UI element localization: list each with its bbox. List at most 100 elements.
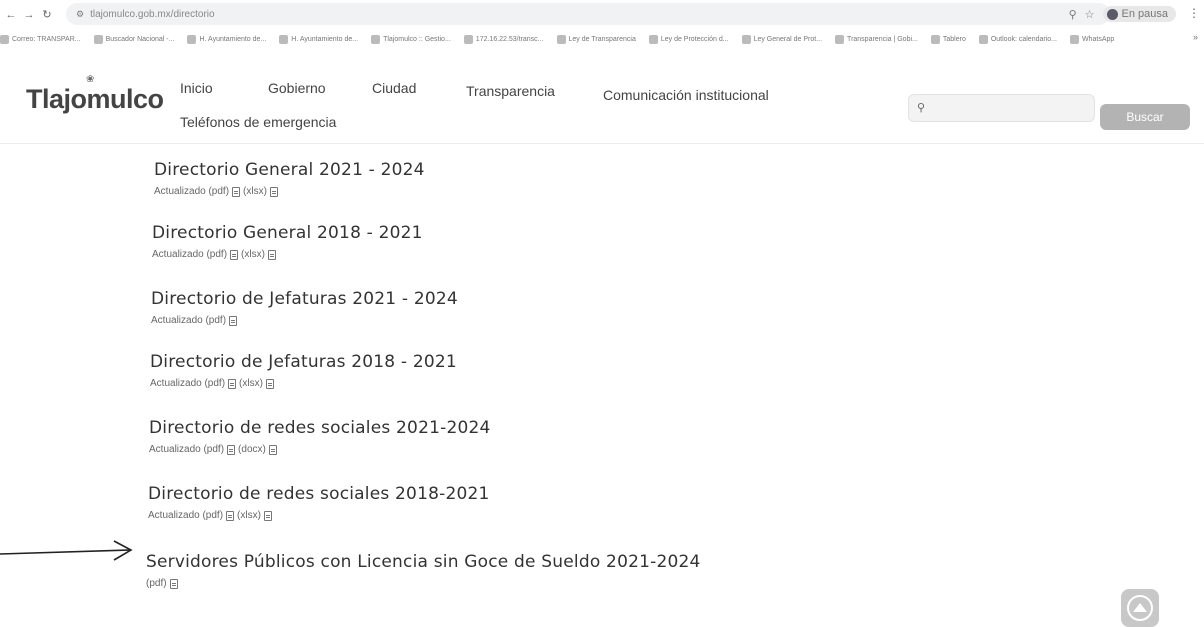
reload-icon[interactable]: ↻ <box>40 8 54 22</box>
document-icon[interactable] <box>226 510 235 521</box>
bookmark-item[interactable]: 172.16.22.53/transc... <box>463 34 544 44</box>
bookmark-icon <box>1070 34 1079 44</box>
xlsx-link[interactable]: (xlsx) <box>239 378 263 389</box>
docx-link[interactable]: (docx) <box>238 444 266 455</box>
document-icon[interactable] <box>230 249 239 260</box>
bookmark-label: Ley de Protección d... <box>660 35 729 43</box>
scroll-top-icon <box>1127 595 1153 621</box>
pdf-link[interactable]: (pdf) <box>146 578 167 589</box>
address-bar-actions: ⚲ ☆ En pausa <box>1069 6 1176 22</box>
entry-title[interactable]: Directorio General 2018 - 2021 <box>152 223 423 243</box>
list-item: Servidores Públicos con Licencia sin Goc… <box>146 552 701 589</box>
bookmark-item[interactable]: Ley de Protección d... <box>648 34 729 44</box>
menu-icon[interactable]: ⋮ <box>1188 6 1200 20</box>
xlsx-link[interactable]: (xlsx) <box>241 249 265 260</box>
entry-title[interactable]: Directorio de Jefaturas 2018 - 2021 <box>150 352 457 372</box>
pdf-link[interactable]: Actualizado (pdf) <box>151 315 226 326</box>
forward-icon[interactable]: → <box>22 8 36 22</box>
annotation-arrow-icon <box>0 540 133 561</box>
bookmark-item[interactable]: H. Ayuntamiento de... <box>279 34 359 44</box>
pdf-link[interactable]: Actualizado (pdf) <box>149 444 224 455</box>
bookmark-icon <box>556 34 566 44</box>
profile-button[interactable]: En pausa <box>1102 6 1176 22</box>
nav-telefonos-emergencia[interactable]: Teléfonos de emergencia <box>180 114 336 130</box>
bookmark-label: Ley General de Prot... <box>753 35 823 43</box>
document-icon[interactable] <box>169 578 178 589</box>
entry-title[interactable]: Directorio de Jefaturas 2021 - 2024 <box>151 289 458 309</box>
bookmark-label: H. Ayuntamiento de... <box>291 35 359 43</box>
document-icon[interactable] <box>263 510 272 521</box>
site-logo[interactable]: Tlajomulco <box>26 84 164 115</box>
pdf-link[interactable]: Actualizado (pdf) <box>150 378 225 389</box>
search-button[interactable]: Buscar <box>1100 104 1190 130</box>
bookmark-label: Transparencia | Gobi... <box>847 35 918 43</box>
xlsx-link[interactable]: (xlsx) <box>243 186 267 197</box>
zoom-icon[interactable]: ⚲ <box>1069 8 1077 21</box>
entry-title[interactable]: Servidores Públicos con Licencia sin Goc… <box>146 552 701 572</box>
url-text: tlajomulco.gob.mx/directorio <box>90 8 215 20</box>
list-item: Directorio de redes sociales 2021-2024 A… <box>149 418 491 455</box>
bookmark-item[interactable]: H. Ayuntamiento de... <box>187 34 266 44</box>
back-icon[interactable]: ← <box>4 8 18 22</box>
bookmark-icon <box>835 34 845 44</box>
bookmark-icon <box>930 34 940 44</box>
bookmark-icon <box>978 34 988 44</box>
search-icon: ⚲ <box>917 102 926 114</box>
entry-links: Actualizado (pdf) (docx) <box>149 444 491 455</box>
document-icon[interactable] <box>265 378 274 389</box>
search-input[interactable] <box>909 95 1094 121</box>
bookmark-label: Buscador Nacional -... <box>105 35 175 43</box>
bookmark-label: Outlook: calendario... <box>990 35 1057 43</box>
entry-links: Actualizado (pdf) (xlsx) <box>152 249 423 260</box>
bookmark-item[interactable]: WhatsApp <box>1070 34 1114 44</box>
document-icon[interactable] <box>228 378 237 389</box>
document-icon[interactable] <box>269 186 278 197</box>
bookmark-label: Ley de Transparencia <box>568 35 636 43</box>
bookmark-item[interactable]: Ley de Transparencia <box>556 34 636 44</box>
document-icon[interactable] <box>229 315 238 326</box>
bookmark-icon <box>0 34 9 44</box>
document-icon[interactable] <box>268 444 277 455</box>
bookmark-icon <box>187 34 197 44</box>
more-bookmarks-icon[interactable]: » <box>1193 32 1198 42</box>
avatar <box>1106 8 1118 20</box>
bookmark-item[interactable]: Buscador Nacional -... <box>93 34 175 44</box>
bookmark-label: Correo: TRANSPAR... <box>12 35 81 43</box>
entry-title[interactable]: Directorio de redes sociales 2021-2024 <box>149 418 491 438</box>
pdf-link[interactable]: Actualizado (pdf) <box>154 186 229 197</box>
pdf-link[interactable]: Actualizado (pdf) <box>152 249 227 260</box>
nav-comunicacion-institucional[interactable]: Comunicación institucional <box>603 87 769 103</box>
bookmark-item[interactable]: Transparencia | Gobi... <box>835 34 918 44</box>
entry-links: Actualizado (pdf) <box>151 315 458 326</box>
nav-inicio[interactable]: Inicio <box>180 80 213 96</box>
bookmark-icon <box>371 34 381 44</box>
entry-links: Actualizado (pdf) (xlsx) <box>154 186 425 197</box>
list-item: Directorio General 2018 - 2021 Actualiza… <box>152 223 423 260</box>
bookmark-icon <box>93 34 103 44</box>
entry-title[interactable]: Directorio de redes sociales 2018-2021 <box>148 484 490 504</box>
bookmark-item[interactable]: Outlook: calendario... <box>978 34 1057 44</box>
scroll-to-top-button[interactable] <box>1121 589 1159 627</box>
bookmark-icon <box>741 34 751 44</box>
document-icon[interactable] <box>227 444 236 455</box>
site-info-icon[interactable]: ⚙ <box>76 9 84 20</box>
address-bar[interactable]: ⚙ tlajomulco.gob.mx/directorio <box>66 3 1110 25</box>
bookmark-item[interactable]: Tablero <box>930 34 966 44</box>
bookmark-icon <box>648 34 658 44</box>
document-icon[interactable] <box>267 249 276 260</box>
nav-ciudad[interactable]: Ciudad <box>372 80 416 96</box>
document-icon[interactable] <box>232 186 241 197</box>
search-field[interactable]: ⚲ <box>908 94 1095 122</box>
bookmark-label: Tlajomulco :: Gestio... <box>383 35 451 43</box>
star-icon[interactable]: ☆ <box>1085 8 1095 21</box>
bookmark-item[interactable]: Tlajomulco :: Gestio... <box>371 34 451 44</box>
nav-transparencia[interactable]: Transparencia <box>466 83 555 99</box>
entry-links: (pdf) <box>146 578 701 589</box>
list-item: Directorio de Jefaturas 2021 - 2024 Actu… <box>151 289 458 326</box>
bookmark-item[interactable]: Ley General de Prot... <box>741 34 823 44</box>
xlsx-link[interactable]: (xlsx) <box>237 510 261 521</box>
nav-gobierno[interactable]: Gobierno <box>268 80 326 96</box>
pdf-link[interactable]: Actualizado (pdf) <box>148 510 223 521</box>
bookmark-item[interactable]: Correo: TRANSPAR... <box>0 34 81 44</box>
entry-title[interactable]: Directorio General 2021 - 2024 <box>154 160 425 180</box>
